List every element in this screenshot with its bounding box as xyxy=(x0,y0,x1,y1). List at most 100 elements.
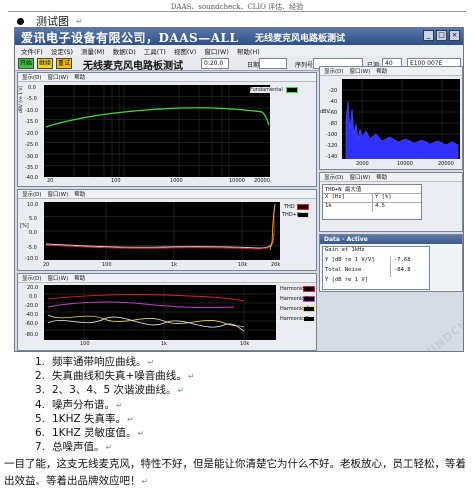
pane-menu-help[interactable]: 帮助 xyxy=(376,173,387,181)
thd-xtick: 20 xyxy=(43,262,50,268)
app-title-test: 无线麦克风电路板测试 xyxy=(255,34,346,44)
pane-menu-display[interactable]: 显示(D) xyxy=(22,190,42,198)
menu-setup[interactable]: 设定(S) xyxy=(51,46,73,56)
table-row: Total Noise -84.8 xyxy=(323,267,429,277)
date-field[interactable] xyxy=(259,58,287,69)
time-field[interactable]: 0:20.0 xyxy=(201,58,229,69)
thd-plot-area xyxy=(44,202,280,260)
pane-menu-help[interactable]: 帮助 xyxy=(74,274,85,282)
spectrum-plot-svg xyxy=(342,79,460,160)
fundamental-legend-swatch xyxy=(286,87,298,93)
pane-menu-window[interactable]: 窗口(W) xyxy=(350,173,371,181)
pane-menu-display[interactable]: 显示(D) xyxy=(324,67,344,75)
thd-ytick: -10.0 xyxy=(25,256,38,262)
harm-ytick: 0.0 xyxy=(29,294,37,300)
pane-menu-help[interactable]: 帮助 xyxy=(74,73,85,81)
data-table: Gain at 1kHz Y [dB re 1 V/V] -7.68 Total… xyxy=(322,246,430,290)
pane-menu-window[interactable]: 窗口(W) xyxy=(48,274,69,282)
soundcheck-watermark: SOUNDCHECK xyxy=(410,298,464,352)
fundamental-curve xyxy=(45,107,270,128)
app-title-bar: 爱讯电子设备有限公司，DAAS—ALL 无线麦克风电路板测试 _ □ × xyxy=(15,28,463,45)
thd-ytick: -5.0 xyxy=(27,245,37,251)
thdn-col-y: Y [%] xyxy=(375,194,392,200)
pane-menu-window[interactable]: 窗口(W) xyxy=(350,67,371,75)
thd-pane: 显示(D) 窗口(W) 帮助 [%] THD THD+N 10.0 5.0 0.… xyxy=(17,189,317,271)
menu-window[interactable]: 窗口(W) xyxy=(204,46,229,56)
harmonic5-legend: Harmonic 5 xyxy=(280,316,309,322)
harmonic2-legend: Harmonic 2 xyxy=(280,286,309,292)
pane-menu-display[interactable]: 显示(D) xyxy=(22,73,42,81)
spectrum-plot-area xyxy=(342,79,460,160)
pane-menu-display[interactable]: 显示(D) xyxy=(324,173,344,181)
list-item: 7. 总噪声值。↵ xyxy=(35,441,113,454)
spectrum-ytick: -20 xyxy=(329,88,338,94)
continue-button[interactable]: 继续 xyxy=(37,58,53,69)
thdn-table-header: X [Hz] Y [%] xyxy=(323,194,421,203)
data-active-panel: Data - Active Gain at 1kHz Y [dB re 1 V/… xyxy=(319,234,463,292)
noise-label: Total Noise xyxy=(323,267,391,277)
freq-ytick: -25.0 xyxy=(25,142,38,148)
harm-ytick: -60.0 xyxy=(25,321,38,327)
thd-legend-swatch xyxy=(297,204,309,210)
harmonics-plot-area xyxy=(44,285,276,340)
menu-tools[interactable]: 工具(T) xyxy=(144,46,166,56)
thd-xtick: 100 xyxy=(102,262,112,268)
spectrum-ytick: -100 xyxy=(326,132,338,138)
harm-ytick: 20.0 xyxy=(27,285,39,291)
freq-xtick: 100 xyxy=(111,178,121,184)
harm-ytick: -80.0 xyxy=(25,332,38,338)
pane-menu: 显示(D) 窗口(W) 帮助 xyxy=(18,73,316,82)
summary-text: 一目了能，这支无线麦克风，特性不好，但是能让你清楚它为什么不好。老板放心，员工轻… xyxy=(4,458,466,487)
freq-ytick: -35.0 xyxy=(25,165,38,171)
harm-xtick: 100 xyxy=(80,341,90,347)
close-button[interactable]: × xyxy=(449,30,460,41)
maximize-button[interactable]: □ xyxy=(436,30,447,41)
freq-ytick: -5.0 xyxy=(27,96,37,102)
pane-menu-window[interactable]: 窗口(W) xyxy=(48,190,69,198)
serial-label: 序列号 xyxy=(295,62,314,69)
pane-menu: 显示(D) 窗口(W) 帮助 xyxy=(18,274,316,283)
pane-menu: 显示(D) 窗口(W) 帮助 xyxy=(320,173,462,182)
spectrum-xtick: 2000 xyxy=(356,161,369,167)
app-title-company: 爱讯电子设备有限公司，DAAS—ALL xyxy=(21,31,239,45)
toolbar-test-title: 无线麦克风电路板测试 xyxy=(83,61,183,72)
list-item: 2. 失真曲线和失真+噪音曲线。↵ xyxy=(35,370,195,383)
pane-menu-display[interactable]: 显示(D) xyxy=(22,274,42,282)
harmonic4-legend: Harmonic 4 xyxy=(280,306,309,312)
pane-menu-help[interactable]: 帮助 xyxy=(74,190,85,198)
menu-help[interactable]: 帮助(H) xyxy=(237,46,260,56)
pane-menu: 显示(D) 窗口(W) 帮助 xyxy=(18,190,316,199)
thdn-col-x: X [Hz] xyxy=(323,194,373,202)
freq-ytick: -20.0 xyxy=(25,131,38,137)
table-row: Gain at 1kHz xyxy=(323,247,429,257)
pane-menu-help[interactable]: 帮助 xyxy=(376,67,387,75)
freq-ytick: 0.0 xyxy=(28,85,36,91)
freq-ylabel: dBV [re 1 V] xyxy=(19,85,24,113)
harm-ytick: -40.0 xyxy=(25,312,38,318)
start-button[interactable]: 开始 xyxy=(18,58,34,69)
spectrum-xtick: 20000 xyxy=(438,161,454,167)
window-controls: _ □ × xyxy=(423,30,460,41)
retry-button[interactable]: 重试 xyxy=(56,58,72,69)
freq-ytick: -15.0 xyxy=(25,119,38,125)
spectrum-ytick: -40 xyxy=(329,99,338,105)
menu-measure[interactable]: 测量(M) xyxy=(81,46,105,56)
menu-view[interactable]: 视图(V) xyxy=(174,46,197,56)
list-item: 3. 2、3、4、5 次谐波曲线。↵ xyxy=(35,384,185,397)
pane-menu-window[interactable]: 窗口(W) xyxy=(48,73,69,81)
thd-curve xyxy=(45,214,275,250)
thdn-max-pane: 显示(D) 窗口(W) 帮助 THD+N 最大值 X [Hz] Y [%] 1k… xyxy=(319,172,463,232)
noise-spectrum-pane: 显示(D) 窗口(W) 帮助 dBV -20 -40 -60 -80 -100 … xyxy=(319,66,463,170)
thd-xtick: 20k xyxy=(271,262,281,268)
spectrum-ytick: -120 xyxy=(326,143,338,149)
date-label: 日期 xyxy=(247,62,260,69)
gain-label: Gain at 1kHz xyxy=(325,247,365,253)
menu-file[interactable]: 文件(F) xyxy=(21,46,43,56)
table-row: 1k 4.5 xyxy=(323,203,421,212)
thdn-row-y: 4.5 xyxy=(375,203,385,209)
pane-menu: 显示(D) 窗口(W) 帮助 xyxy=(320,67,462,76)
minimize-button[interactable]: _ xyxy=(423,30,434,41)
harmonics-plot-svg xyxy=(44,285,276,340)
thd-xtick: 10k xyxy=(238,262,248,268)
menu-data[interactable]: 数据(D) xyxy=(113,46,136,56)
